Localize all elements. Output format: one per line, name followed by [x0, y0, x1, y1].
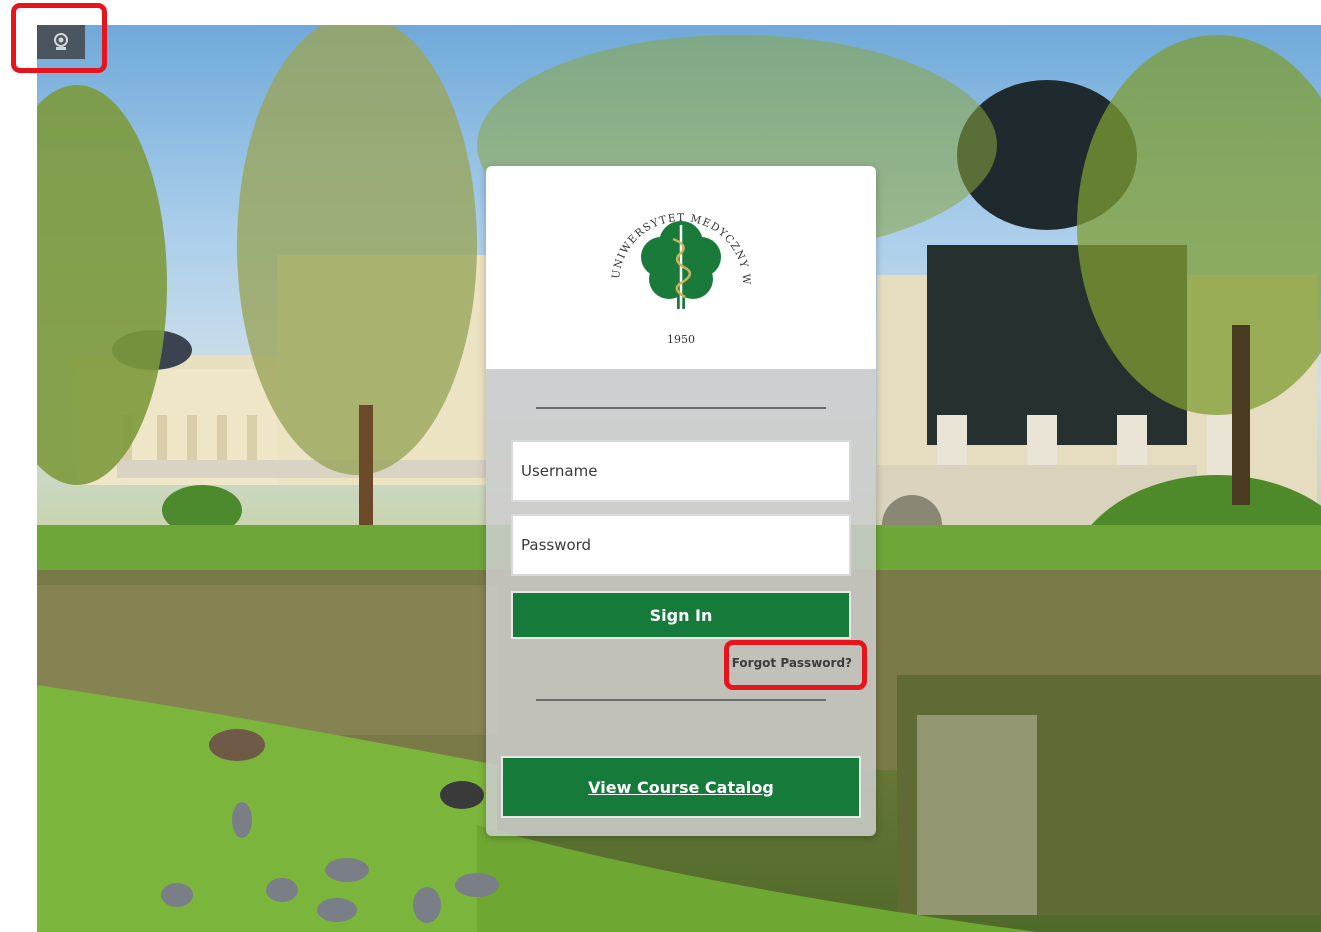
login-card: UNIWERSYTET MEDYCZNY W BIAŁYMSTOKU 1950 … [486, 166, 876, 836]
divider-bottom [536, 699, 826, 701]
login-form: Sign In Forgot Password? View Course Cat… [486, 369, 876, 836]
logo-area: UNIWERSYTET MEDYCZNY W BIAŁYMSTOKU 1950 [486, 166, 876, 369]
forgot-password-link[interactable]: Forgot Password? [732, 656, 852, 670]
divider-top [536, 407, 826, 409]
university-logo: UNIWERSYTET MEDYCZNY W BIAŁYMSTOKU 1950 [601, 183, 751, 346]
password-input[interactable] [511, 514, 851, 576]
sign-in-button[interactable]: Sign In [511, 591, 851, 639]
svg-text:1950: 1950 [667, 333, 695, 346]
username-input[interactable] [511, 440, 851, 502]
view-course-catalog-button[interactable]: View Course Catalog [501, 756, 861, 818]
webcam-icon [54, 33, 68, 50]
webcam-button[interactable] [37, 25, 85, 59]
